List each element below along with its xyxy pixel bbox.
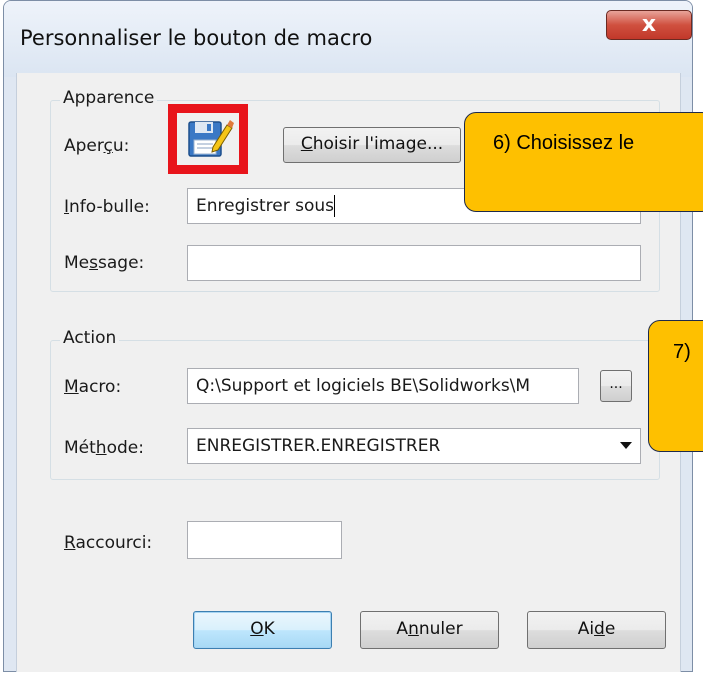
- callout-step-6: 6) Choisissez le: [464, 112, 703, 212]
- shortcut-label: Raccourci:: [64, 533, 153, 553]
- message-label: Message:: [64, 253, 145, 273]
- appearance-group-label: Apparence: [60, 88, 158, 108]
- message-input[interactable]: [187, 245, 641, 281]
- method-select[interactable]: ENREGISTRER.ENREGISTRER: [187, 428, 641, 464]
- text-caret: [333, 195, 335, 217]
- chevron-down-icon[interactable]: [620, 442, 632, 449]
- ok-button[interactable]: OK: [193, 611, 332, 649]
- shortcut-input[interactable]: [187, 521, 342, 559]
- preview-icon-box: [168, 104, 248, 174]
- close-button[interactable]: x: [606, 10, 692, 40]
- window-title: Personnaliser le bouton de macro: [20, 26, 373, 50]
- action-group-label: Action: [60, 328, 120, 348]
- macro-label: Macro:: [64, 377, 122, 397]
- choose-image-button[interactable]: Choisir l'image...: [283, 127, 461, 163]
- callout-step-6-text: 6) Choisissez le: [493, 132, 635, 154]
- cancel-button[interactable]: Annuler: [360, 611, 499, 649]
- preview-label: Aperçu:: [64, 136, 130, 156]
- callout-step-7-text: 7): [673, 341, 691, 363]
- browse-macro-button[interactable]: ...: [600, 370, 632, 402]
- macro-path-input[interactable]: Q:\Support et logiciels BE\Solidworks\M: [187, 368, 579, 404]
- floppy-disk-save-as-icon: [188, 120, 234, 157]
- callout-step-7: 7): [648, 320, 703, 452]
- help-button[interactable]: Aide: [527, 611, 666, 649]
- close-icon: x: [641, 12, 657, 37]
- tooltip-label: Info-bulle:: [64, 197, 150, 217]
- method-label: Méthode:: [64, 438, 144, 458]
